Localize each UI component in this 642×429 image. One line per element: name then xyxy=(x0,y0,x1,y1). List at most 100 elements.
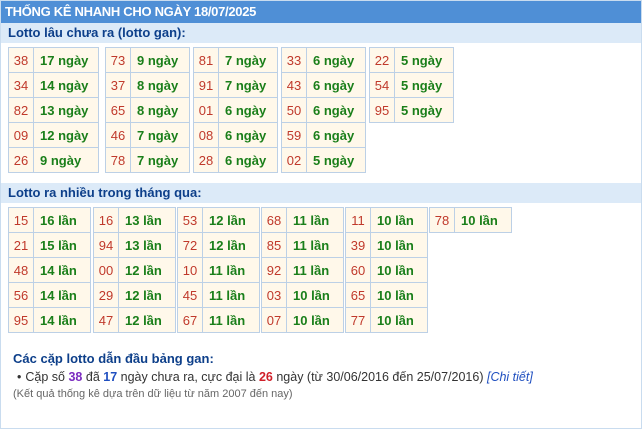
freq-number: 78 xyxy=(429,207,455,233)
gan-row: 22 5 ngày xyxy=(369,47,454,73)
freq-row: 03 10 lần xyxy=(261,282,344,308)
freq-number: 53 xyxy=(177,207,203,233)
gan-count: 6 ngày xyxy=(218,97,278,123)
gan-number: 46 xyxy=(105,122,131,148)
gan-row: 73 9 ngày xyxy=(105,47,190,73)
gan-row: 91 7 ngày xyxy=(193,72,278,98)
freq-number: 11 xyxy=(345,207,371,233)
freq-count: 10 lần xyxy=(286,282,344,308)
gan-count: 6 ngày xyxy=(306,47,366,73)
freq-number: 21 xyxy=(8,232,34,258)
gan-number: 38 xyxy=(8,47,34,73)
gan-count: 13 ngày xyxy=(33,97,99,123)
freq-count: 12 lần xyxy=(202,207,260,233)
freq-number: 94 xyxy=(93,232,119,258)
freq-row: 78 10 lần xyxy=(429,207,512,233)
freq-count: 11 lần xyxy=(202,257,260,283)
freq-count: 10 lần xyxy=(370,307,428,333)
gan-pairs-title: Các cặp lotto dẫn đầu bảng gan: xyxy=(13,351,214,366)
freq-count: 12 lần xyxy=(118,257,176,283)
freq-count: 14 lần xyxy=(33,257,91,283)
freq-column: 15 16 lần 21 15 lần 48 14 lần 56 14 lần 95 14 lần xyxy=(8,207,91,333)
freq-row: 47 12 lần xyxy=(93,307,176,333)
gan-row: 43 6 ngày xyxy=(281,72,366,98)
gan-column: 81 7 ngày 91 7 ngày 01 6 ngày 08 6 ngày 28 6 ngày xyxy=(193,47,278,173)
freq-number: 47 xyxy=(93,307,119,333)
freq-count: 13 lần xyxy=(118,232,176,258)
freq-number: 39 xyxy=(345,232,371,258)
freq-count: 12 lần xyxy=(118,282,176,308)
frequent-grid: 15 16 lần 21 15 lần 48 14 lần 56 14 lần 95 14 lần… xyxy=(1,203,641,343)
gan-row: 09 12 ngày xyxy=(8,122,99,148)
freq-count: 10 lần xyxy=(370,232,428,258)
freq-number: 77 xyxy=(345,307,371,333)
freq-number: 00 xyxy=(93,257,119,283)
gan-count: 5 ngày xyxy=(306,147,366,173)
gan-count: 6 ngày xyxy=(306,97,366,123)
freq-row: 95 14 lần xyxy=(8,307,91,333)
freq-count: 10 lần xyxy=(370,282,428,308)
gan-row: 65 8 ngày xyxy=(105,97,190,123)
freq-row: 15 16 lần xyxy=(8,207,91,233)
freq-number: 10 xyxy=(177,257,203,283)
freq-number: 03 xyxy=(261,282,287,308)
freq-count: 11 lần xyxy=(202,307,260,333)
stats-panel: THỐNG KÊ NHANH CHO NGÀY 18/07/2025 Lotto… xyxy=(0,0,642,429)
gan-row: 38 17 ngày xyxy=(8,47,99,73)
freq-count: 11 lần xyxy=(286,207,344,233)
gan-section-title: Lotto lâu chưa ra (lotto gan): xyxy=(1,23,641,43)
gan-number: 95 xyxy=(369,97,395,123)
freq-column: 78 10 lần xyxy=(429,207,512,233)
gan-row: 95 5 ngày xyxy=(369,97,454,123)
gan-number: 81 xyxy=(193,47,219,73)
gan-row: 37 8 ngày xyxy=(105,72,190,98)
bullet-icon: • xyxy=(17,370,22,384)
gan-row: 26 9 ngày xyxy=(8,147,99,173)
freq-row: 94 13 lần xyxy=(93,232,176,258)
freq-number: 68 xyxy=(261,207,287,233)
freq-row: 48 14 lần xyxy=(8,257,91,283)
gan-count: 6 ngày xyxy=(306,122,366,148)
detail-link[interactable]: [Chi tiết] xyxy=(487,370,533,384)
gan-row: 82 13 ngày xyxy=(8,97,99,123)
pair-text-4: ngày (từ 30/06/2016 đến 25/07/2016) xyxy=(272,370,487,384)
gan-count: 17 ngày xyxy=(33,47,99,73)
freq-row: 56 14 lần xyxy=(8,282,91,308)
freq-number: 92 xyxy=(261,257,287,283)
freq-row: 92 11 lần xyxy=(261,257,344,283)
gan-count: 9 ngày xyxy=(130,47,190,73)
gan-number: 50 xyxy=(281,97,307,123)
freq-count: 13 lần xyxy=(118,207,176,233)
gan-number: 08 xyxy=(193,122,219,148)
freq-count: 10 lần xyxy=(454,207,512,233)
pair-text-1: Cặp số xyxy=(25,370,69,384)
gan-row: 01 6 ngày xyxy=(193,97,278,123)
data-note: (Kết quả thống kê dựa trên dữ liệu từ nă… xyxy=(13,388,293,400)
gan-count: 5 ngày xyxy=(394,47,454,73)
freq-number: 65 xyxy=(345,282,371,308)
freq-number: 29 xyxy=(93,282,119,308)
gan-column: 22 5 ngày 54 5 ngày 95 5 ngày xyxy=(369,47,454,123)
pair-number: 38 xyxy=(68,370,83,384)
freq-row: 07 10 lần xyxy=(261,307,344,333)
freq-number: 95 xyxy=(8,307,34,333)
gan-pairs-section: Các cặp lotto dẫn đầu bảng gan: • Cặp số … xyxy=(1,343,641,384)
pair-text-3: ngày chưa ra, cực đại là xyxy=(117,370,259,384)
freq-count: 10 lần xyxy=(370,257,428,283)
gan-grid: 38 17 ngày 34 14 ngày 82 13 ngày 09 12 ngày 26 9 … xyxy=(1,43,641,183)
gan-number: 26 xyxy=(8,147,34,173)
gan-count: 5 ngày xyxy=(394,72,454,98)
freq-row: 16 13 lần xyxy=(93,207,176,233)
freq-count: 10 lần xyxy=(370,207,428,233)
freq-row: 00 12 lần xyxy=(93,257,176,283)
gan-count: 14 ngày xyxy=(33,72,99,98)
freq-count: 14 lần xyxy=(33,282,91,308)
gan-row: 46 7 ngày xyxy=(105,122,190,148)
gan-number: 37 xyxy=(105,72,131,98)
freq-row: 29 12 lần xyxy=(93,282,176,308)
freq-number: 16 xyxy=(93,207,119,233)
gan-number: 43 xyxy=(281,72,307,98)
gan-number: 65 xyxy=(105,97,131,123)
gan-count: 9 ngày xyxy=(33,147,99,173)
freq-number: 85 xyxy=(261,232,287,258)
